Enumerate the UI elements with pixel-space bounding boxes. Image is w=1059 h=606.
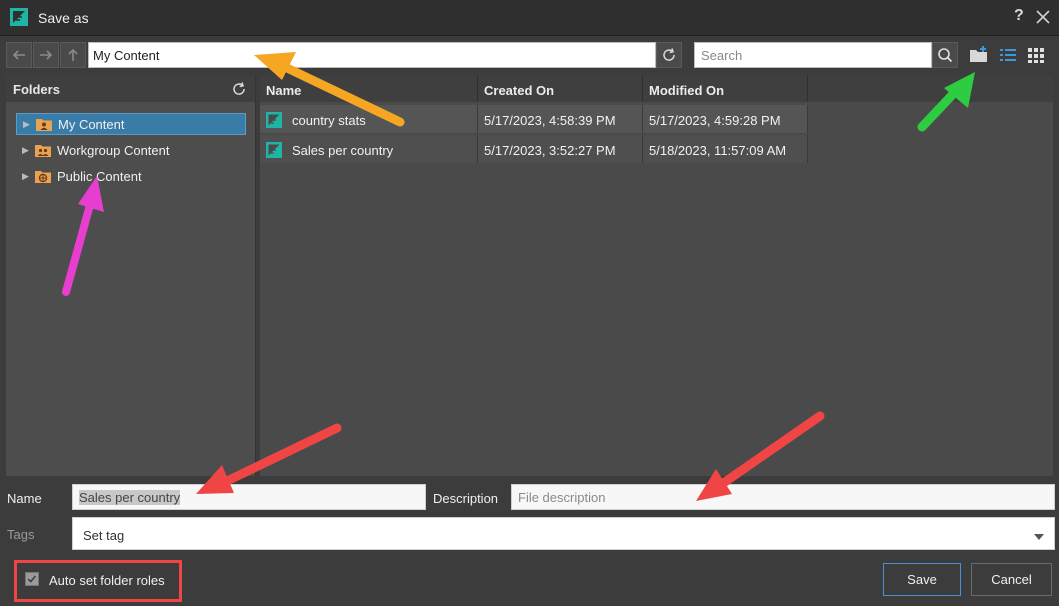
path-refresh-button[interactable] — [656, 42, 682, 68]
file-created: 5/17/2023, 3:52:27 PM — [478, 135, 643, 163]
files-header: Name Created On Modified On — [260, 76, 1053, 102]
file-created: 5/17/2023, 4:58:39 PM — [478, 105, 643, 133]
auto-set-folder-roles-option: Auto set folder roles — [14, 560, 182, 602]
file-modified: 5/18/2023, 11:57:09 AM — [643, 135, 808, 163]
grid-view-icon — [1028, 48, 1044, 63]
globe-folder-icon — [35, 171, 51, 183]
chevron-down-icon — [1034, 534, 1044, 540]
close-icon[interactable] — [1034, 8, 1052, 26]
name-label: Name — [7, 491, 42, 506]
folder-public-content[interactable]: ▶ Public Content — [16, 165, 246, 187]
path-input[interactable] — [88, 42, 656, 68]
title-bar: Save as ? — [0, 0, 1059, 36]
expand-arrow-icon[interactable]: ▶ — [22, 145, 32, 156]
folder-workgroup-content[interactable]: ▶ Workgroup Content — [16, 139, 246, 161]
folder-label: My Content — [58, 116, 125, 132]
tags-label: Tags — [7, 527, 35, 542]
folder-my-content[interactable]: ▶ My Content — [16, 113, 246, 135]
arrow-right-icon — [40, 50, 53, 60]
description-field[interactable] — [511, 484, 1055, 510]
auto-set-folder-roles-checkbox[interactable] — [25, 572, 39, 586]
table-row[interactable]: country stats 5/17/2023, 4:58:39 PM 5/17… — [260, 105, 808, 133]
tags-dropdown[interactable]: Set tag — [72, 517, 1055, 550]
column-created-on[interactable]: Created On — [478, 76, 643, 102]
folders-panel: Folders ▶ My Content ▶ Workgroup Content… — [6, 76, 256, 476]
files-panel: Name Created On Modified On country stat… — [260, 76, 1053, 476]
name-value: Sales per country — [79, 490, 181, 505]
auto-set-folder-roles-label: Auto set folder roles — [49, 573, 165, 588]
refresh-icon[interactable] — [231, 81, 247, 97]
file-modified: 5/17/2023, 4:59:28 PM — [643, 105, 808, 133]
list-view-button[interactable] — [997, 44, 1019, 66]
table-row[interactable]: Sales per country 5/17/2023, 3:52:27 PM … — [260, 135, 808, 163]
description-label: Description — [433, 491, 499, 506]
save-button[interactable]: Save — [883, 563, 961, 596]
folders-header: Folders — [6, 76, 255, 102]
report-icon — [266, 112, 282, 128]
report-icon — [266, 142, 282, 158]
grid-view-button[interactable] — [1025, 44, 1047, 66]
search-icon — [938, 48, 953, 63]
search-input[interactable] — [694, 42, 932, 68]
name-field[interactable]: Sales per country — [72, 484, 426, 510]
help-button[interactable]: ? — [1014, 7, 1024, 25]
new-folder-icon — [970, 46, 987, 62]
logo-icon — [10, 8, 28, 26]
list-view-icon — [1000, 49, 1016, 61]
forward-button[interactable] — [33, 42, 59, 68]
cancel-button[interactable]: Cancel — [971, 563, 1052, 596]
column-modified-on[interactable]: Modified On — [643, 76, 808, 102]
folder-label: Public Content — [57, 168, 142, 184]
arrow-up-icon — [68, 48, 78, 61]
back-button[interactable] — [6, 42, 32, 68]
up-button[interactable] — [60, 42, 86, 68]
user-folder-icon — [36, 119, 52, 131]
file-name: country stats — [286, 105, 478, 133]
column-name[interactable]: Name — [260, 76, 478, 102]
checkmark-icon — [27, 575, 37, 583]
new-folder-button[interactable] — [968, 44, 990, 66]
arrow-left-icon — [12, 50, 25, 60]
window-title: Save as — [38, 10, 89, 26]
file-name: Sales per country — [286, 135, 478, 163]
tags-value: Set tag — [83, 528, 125, 543]
group-folder-icon — [35, 145, 51, 157]
search-button[interactable] — [932, 42, 958, 68]
expand-arrow-icon[interactable]: ▶ — [22, 171, 32, 182]
expand-arrow-icon[interactable]: ▶ — [23, 119, 33, 130]
refresh-icon — [663, 48, 675, 61]
folders-title: Folders — [13, 82, 60, 97]
folder-label: Workgroup Content — [57, 142, 170, 158]
toolbar — [0, 36, 1059, 74]
